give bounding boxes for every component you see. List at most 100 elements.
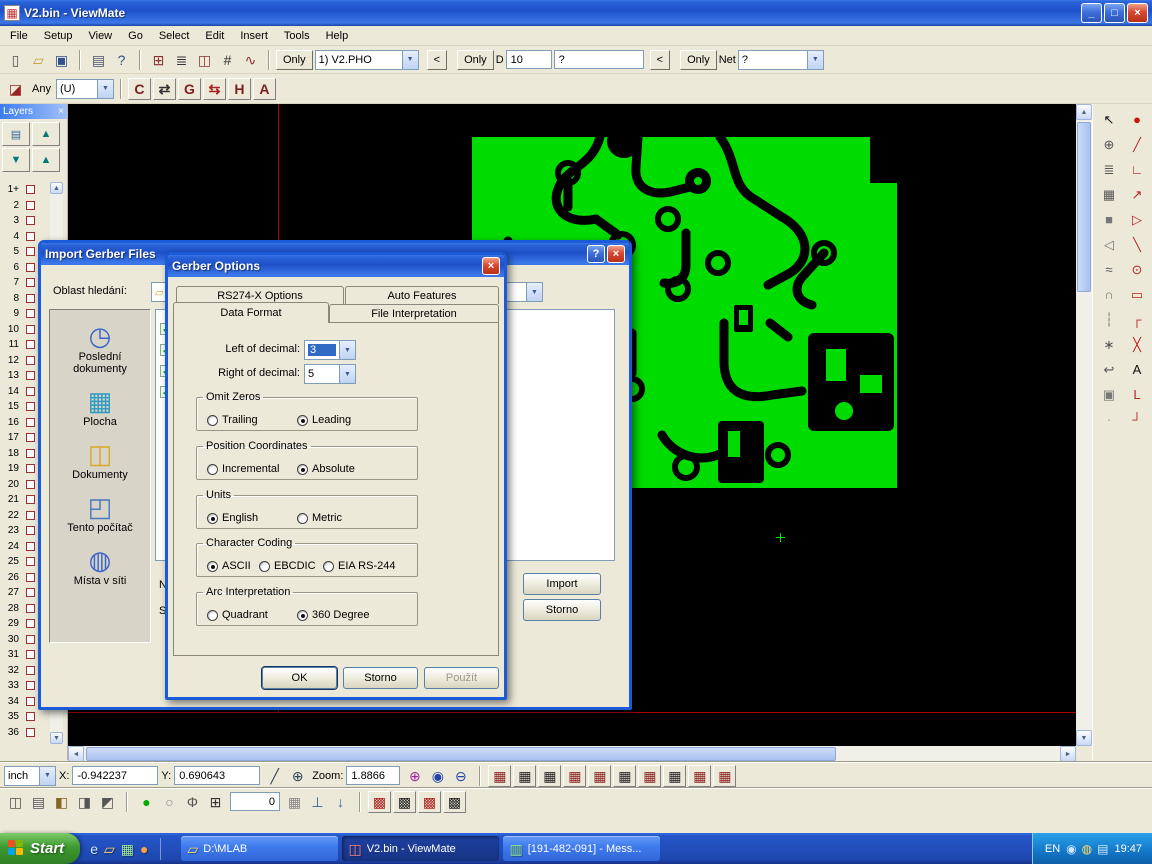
menu-item[interactable]: Insert <box>232 27 276 45</box>
import-button[interactable]: Import <box>523 573 601 595</box>
layer-visibility-checkbox[interactable] <box>26 511 35 520</box>
layer-visibility-checkbox[interactable] <box>26 294 35 303</box>
undo-icon[interactable]: ↩ <box>1096 358 1122 381</box>
dot-grid-icon[interactable]: ▦ <box>283 791 306 813</box>
new-file-icon[interactable]: ▯ <box>4 49 27 71</box>
scroll-up-icon[interactable]: ▲ <box>1076 104 1092 120</box>
menu-item[interactable]: Select <box>151 27 198 45</box>
tab-file-interpretation[interactable]: File Interpretation <box>329 304 499 323</box>
tray-keyboard-icon[interactable]: ▤ <box>1097 843 1108 855</box>
place-network[interactable]: ◍ Místa v síti <box>50 547 150 587</box>
film-toggle-icon[interactable]: ▦ <box>713 765 736 787</box>
tray-update-icon[interactable]: ◍ <box>1082 843 1092 855</box>
radio-metric[interactable] <box>297 513 308 524</box>
zoom-point-icon[interactable]: ⊕ <box>1096 133 1122 156</box>
layer-visibility-checkbox[interactable] <box>26 635 35 644</box>
layer-visibility-checkbox[interactable] <box>26 449 35 458</box>
place-documents[interactable]: ◫ Dokumenty <box>50 441 150 481</box>
import-cancel-button[interactable]: Storno <box>523 599 601 621</box>
left-decimal-combo[interactable]: 3 ▼ <box>304 340 356 360</box>
prev-dcode-button[interactable]: < <box>427 50 447 70</box>
g-code-icon[interactable]: G <box>178 78 201 100</box>
list-icon[interactable]: ≣ <box>1096 158 1122 181</box>
dialog-help-button[interactable]: ? <box>587 245 605 263</box>
layer-up-icon[interactable]: ▲ <box>32 122 60 146</box>
right-decimal-combo[interactable]: 5 ▼ <box>304 364 356 384</box>
layer-visibility-checkbox[interactable] <box>26 356 35 365</box>
snap-off-icon[interactable]: ○ <box>158 791 181 813</box>
layer-visibility-checkbox[interactable] <box>26 681 35 690</box>
dcode-list-icon[interactable]: ≣ <box>170 49 193 71</box>
layer-visibility-checkbox[interactable] <box>26 666 35 675</box>
dcode-input[interactable]: 10 <box>506 50 552 69</box>
print-icon[interactable]: ▤ <box>87 49 110 71</box>
layer-visibility-checkbox[interactable] <box>26 216 35 225</box>
menu-item[interactable]: View <box>80 27 120 45</box>
mirror-horizontal-icon[interactable]: ⇄ <box>153 78 176 100</box>
layers-panel-close-icon[interactable]: × <box>58 106 64 117</box>
grid-icon[interactable]: # <box>216 49 239 71</box>
quick-folder-icon[interactable]: ▱ <box>104 842 115 856</box>
anchor-icon[interactable]: ⊥ <box>306 791 329 813</box>
close-button[interactable]: × <box>1127 3 1148 23</box>
radio-incremental[interactable] <box>207 464 218 475</box>
minimize-button[interactable]: _ <box>1081 3 1102 23</box>
radio-trailing[interactable] <box>207 415 218 426</box>
layer-visibility-checkbox[interactable] <box>26 263 35 272</box>
film-toggle-icon[interactable]: ▦ <box>588 765 611 787</box>
zoom-value-field[interactable]: 1.8866 <box>346 766 400 785</box>
tab-data-format[interactable]: Data Format <box>173 302 329 323</box>
menu-item[interactable]: Setup <box>36 27 81 45</box>
radio-absolute[interactable] <box>297 464 308 475</box>
film-toggle-icon[interactable]: ▦ <box>488 765 511 787</box>
quick-desktop-icon[interactable]: ▦ <box>121 842 134 856</box>
layer-top-icon[interactable]: ▲ <box>32 148 60 172</box>
text-tool-icon[interactable]: A <box>253 78 276 100</box>
arrow-down-icon[interactable]: ↓ <box>329 791 352 813</box>
layer-visibility-checkbox[interactable] <box>26 325 35 334</box>
draw-angle-icon[interactable]: ∟ <box>1124 158 1150 181</box>
layer-row[interactable]: 2 <box>2 198 48 214</box>
half-tone2-icon[interactable]: ◨ <box>73 791 96 813</box>
menu-item[interactable]: Go <box>120 27 151 45</box>
scroll-right-icon[interactable]: ► <box>1060 746 1076 762</box>
film-box-icon[interactable]: ◫ <box>193 49 216 71</box>
pattern-black2-icon[interactable]: ▩ <box>443 791 466 813</box>
dots-icon[interactable]: ┆ <box>1096 308 1122 331</box>
dcode-query-input[interactable]: ? <box>554 50 644 69</box>
window-titlebar[interactable]: ▦ V2.bin - ViewMate _ □ × <box>0 0 1152 26</box>
layer-visibility-checkbox[interactable] <box>26 278 35 287</box>
draw-arrow-icon[interactable]: ↗ <box>1124 183 1150 206</box>
unit-combo[interactable]: (U) ▼ <box>56 79 114 99</box>
layer-visibility-checkbox[interactable] <box>26 185 35 194</box>
swap-icon[interactable]: ⇆ <box>203 78 226 100</box>
layer-row[interactable]: 3 <box>2 213 48 229</box>
film-red-icon[interactable]: ◪ <box>4 78 27 100</box>
film-toggle-icon[interactable]: ▦ <box>513 765 536 787</box>
place-computer[interactable]: ◰ Tento počítač <box>50 494 150 534</box>
solid-rect-icon[interactable]: ■ <box>1096 208 1122 231</box>
ok-button[interactable]: OK <box>262 667 337 689</box>
film-toggle-icon[interactable]: ▦ <box>563 765 586 787</box>
layer-visibility-checkbox[interactable] <box>26 201 35 210</box>
language-indicator[interactable]: EN <box>1045 843 1060 855</box>
import-dialog-close-button[interactable]: × <box>607 245 625 263</box>
layer-visibility-checkbox[interactable] <box>26 387 35 396</box>
table-grid-icon[interactable]: ⊞ <box>204 791 227 813</box>
corner2-icon[interactable]: ┘ <box>1124 408 1150 431</box>
quick-browser-icon[interactable]: ● <box>140 842 148 856</box>
layer-visibility-checkbox[interactable] <box>26 542 35 551</box>
net-combo[interactable]: ? ▼ <box>738 50 824 70</box>
layer-down-icon[interactable]: ▼ <box>2 148 30 172</box>
radio-leading[interactable] <box>297 415 308 426</box>
context-help-icon[interactable]: ? <box>110 49 133 71</box>
prev-net-button[interactable]: < <box>650 50 670 70</box>
layer-row[interactable]: 35 <box>2 709 48 725</box>
zoom-window-icon[interactable]: ◉ <box>426 765 449 787</box>
pattern-black-icon[interactable]: ▩ <box>393 791 416 813</box>
layer-visibility-checkbox[interactable] <box>26 480 35 489</box>
arc-icon[interactable]: ∩ <box>1096 283 1122 306</box>
gerber-options-titlebar[interactable]: Gerber Options × <box>168 255 504 277</box>
dropdown-arrow-icon[interactable]: ▼ <box>402 51 418 69</box>
menu-item[interactable]: Help <box>318 27 357 45</box>
